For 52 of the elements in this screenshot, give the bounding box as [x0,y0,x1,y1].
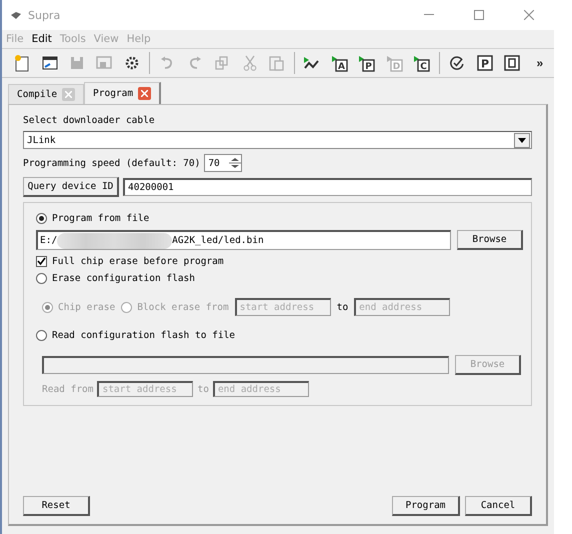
file-path-field[interactable]: E:/ AG2K_led/led.bin [36,230,451,250]
run-flow-icon [303,56,322,70]
radio-button[interactable] [42,302,53,312]
query-device-id-button[interactable]: Query device ID [23,177,119,197]
path-start: E:/ [40,235,58,246]
save-all-icon [96,56,112,70]
path-end: AG2K_led/led.bin [172,235,264,246]
erase-flash-radio[interactable]: Erase configuration flash [36,273,523,284]
radio-button[interactable] [36,213,47,224]
cable-label: Select downloader cable [23,115,156,126]
radio-button[interactable] [36,330,47,341]
maximize-icon[interactable] [474,10,484,20]
to-label: to [336,302,348,312]
to-label: to [197,384,209,394]
new-file-icon [14,54,30,72]
save-icon [70,56,84,70]
chip-icon [504,55,520,71]
full-chip-erase-checkbox[interactable]: Full chip erase before program [36,256,523,267]
undo-icon [160,56,174,70]
more-tools-button[interactable]: » [530,52,550,74]
open-window-icon [42,55,58,71]
browse-button[interactable]: Browse [457,230,523,250]
paste-icon [268,55,285,71]
read-flash-radio[interactable]: Read configuration flash to file [36,330,523,341]
cancel-button[interactable]: Cancel [465,496,532,516]
cable-dropdown[interactable]: JLink [23,131,532,149]
device-id-field[interactable]: 40200001 [123,178,532,196]
redo-icon [188,56,202,70]
speed-spinner[interactable]: 70 [204,154,242,172]
tab[interactable]: Program [84,82,162,104]
speed-label: Programming speed (default: 70) [23,158,200,168]
scissors-icon [242,55,257,71]
dropdown-arrow-icon [518,138,526,142]
checkbox[interactable] [36,256,47,267]
check-circle-icon [450,56,464,70]
spinner-arrows-icon[interactable] [229,156,242,170]
tab[interactable]: Compile [8,84,84,104]
tab-close-icon[interactable] [138,87,152,100]
minimize-icon[interactable] [424,14,434,16]
gear-icon [124,55,140,71]
window-title: Supra [28,8,62,22]
menu-item[interactable]: Edit [32,33,52,45]
program-from-file-radio[interactable]: Program from file [36,213,523,224]
close-icon[interactable] [524,10,534,20]
copy-icon [215,56,230,70]
radio-button[interactable] [36,273,47,284]
reset-button[interactable]: Reset [23,496,90,516]
app-logo-icon [10,10,22,20]
read-from-label: Read from [42,384,94,394]
radio-button[interactable] [121,302,132,312]
program-button[interactable]: Program [392,496,460,516]
toolbar-button[interactable] [502,52,522,74]
